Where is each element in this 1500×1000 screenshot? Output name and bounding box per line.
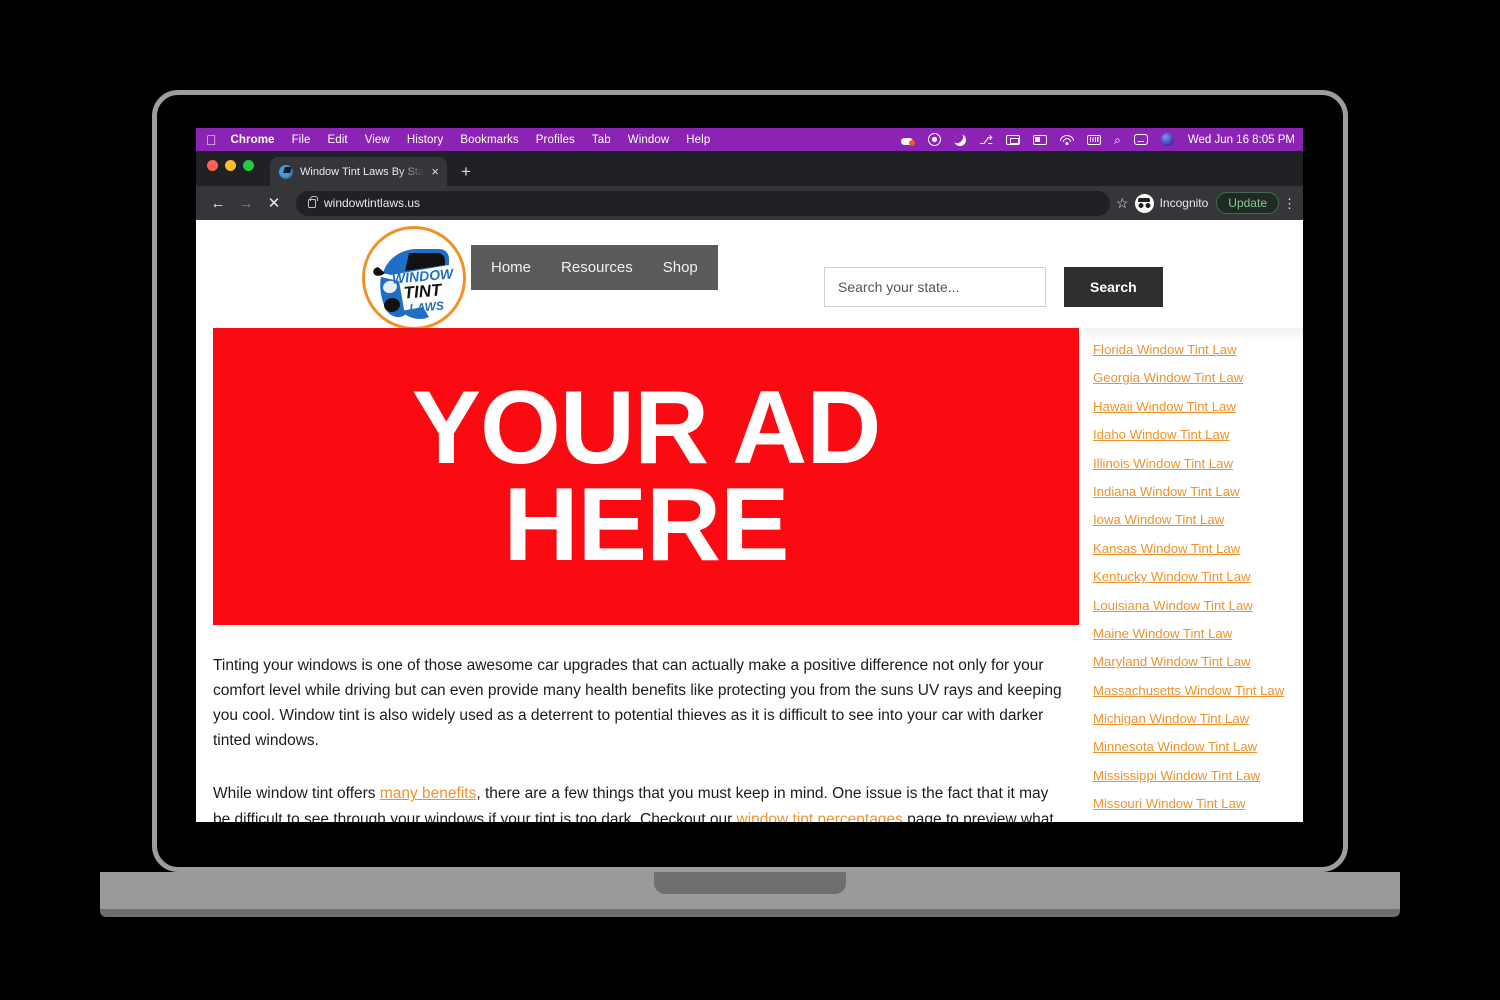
sidebar-link-missouri[interactable]: Missouri Window Tint Law [1093,796,1303,811]
menu-item-edit[interactable]: Edit [328,134,348,146]
incognito-icon [1134,193,1154,213]
search-input[interactable] [824,267,1046,307]
advertisement-banner[interactable]: YOUR AD HERE [213,328,1079,625]
search-button[interactable]: Search [1064,267,1163,307]
display-icon[interactable] [1006,134,1021,145]
chrome-tabstrip: Window Tint Laws By State - L × + [196,151,1303,186]
control-center-play-icon[interactable] [928,133,942,146]
intro-paragraph-1: Tinting your windows is one of those awe… [213,657,1062,750]
close-window-button[interactable] [207,159,218,171]
link-window-tint-percentages[interactable]: window tint percentages [737,811,903,822]
svg-text:LAWS: LAWS [409,299,445,316]
sidebar-link-michigan[interactable]: Michigan Window Tint Law [1093,711,1303,726]
sidebar-top-fade [1083,328,1303,342]
time-machine-icon[interactable] [1133,134,1148,145]
main-column: YOUR AD HERE Tinting your windows is one… [196,328,1083,822]
site-logo-graphic: WINDOW TINT LAWS [373,249,456,319]
menu-item-history[interactable]: History [407,134,443,146]
menubar-clock[interactable]: Wed Jun 16 8:05 PM [1188,134,1295,146]
forward-icon[interactable]: → [232,189,260,217]
bluetooth-icon[interactable]: ⎇ [979,134,993,146]
siri-icon[interactable] [1160,133,1174,146]
menu-item-file[interactable]: File [292,134,311,146]
menu-item-chrome[interactable]: Chrome [231,134,275,146]
menu-item-window[interactable]: Window [628,134,670,146]
address-bar-url: windowtintlaws.us [324,196,421,210]
back-icon[interactable]: ← [204,189,232,217]
sidebar-link-louisiana[interactable]: Louisiana Window Tint Law [1093,598,1303,613]
sidebar-link-florida[interactable]: Florida Window Tint Law [1093,342,1303,357]
sidebar-link-kentucky[interactable]: Kentucky Window Tint Law [1093,569,1303,584]
menu-item-bookmarks[interactable]: Bookmarks [460,134,518,146]
sidebar-link-minnesota[interactable]: Minnesota Window Tint Law [1093,739,1303,754]
sidebar-link-maryland[interactable]: Maryland Window Tint Law [1093,654,1303,669]
incognito-label: Incognito [1159,196,1209,210]
browser-tab[interactable]: Window Tint Laws By State - L × [270,157,447,186]
page-content: YOUR AD HERE Tinting your windows is one… [196,328,1303,822]
site-header: WINDOW TINT LAWS Home Resources Shop Sea… [196,220,1303,330]
stop-loading-icon[interactable]: ✕ [260,189,288,217]
ad-line-2: HERE [503,466,790,583]
sidebar-link-massachusetts[interactable]: Massachusetts Window Tint Law [1093,683,1303,698]
chrome-menu-icon[interactable]: ⋮ [1283,197,1296,210]
laptop-mockup:  Chrome File Edit View History Bookmark… [0,0,1500,1000]
nav-item-shop[interactable]: Shop [663,259,698,276]
laptop-screen:  Chrome File Edit View History Bookmark… [196,128,1303,822]
chrome-window: Window Tint Laws By State - L × + ← → ✕ … [196,151,1303,822]
maximize-window-button[interactable] [243,159,254,171]
incognito-profile-chip[interactable]: Incognito [1134,193,1209,213]
intro-paragraph-2: While window tint offers many benefits, … [213,781,1066,822]
sidebar-link-maine[interactable]: Maine Window Tint Law [1093,626,1303,641]
nav-item-home[interactable]: Home [491,259,531,276]
close-tab-icon[interactable]: × [431,165,439,178]
battery-icon[interactable] [1033,134,1048,145]
menu-item-profiles[interactable]: Profiles [536,134,575,146]
state-links-sidebar: Florida Window Tint Law Georgia Window T… [1083,328,1303,822]
site-favicon-icon [279,164,293,179]
menu-item-help[interactable]: Help [686,134,710,146]
spotlight-search-icon[interactable]: ⌕ [1114,134,1121,146]
chrome-toolbar: ← → ✕ windowtintlaws.us ☆ Incognito Upda… [196,186,1303,220]
site-navigation: Home Resources Shop [471,245,718,290]
menu-item-view[interactable]: View [365,134,390,146]
address-bar[interactable]: windowtintlaws.us [296,190,1111,216]
new-tab-button[interactable]: + [461,163,471,180]
wifi-icon[interactable] [1060,134,1075,145]
menu-item-tab[interactable]: Tab [592,134,611,146]
lock-icon [308,195,318,208]
minimize-window-button[interactable] [225,159,236,171]
tab-title: Window Tint Laws By State - L [300,165,428,178]
sidebar-link-illinois[interactable]: Illinois Window Tint Law [1093,456,1303,471]
keyboard-input-icon[interactable] [1087,134,1102,145]
laptop-base-lip [100,909,1400,917]
window-controls [207,151,254,186]
apple-menu-icon[interactable]:  [206,133,217,147]
sidebar-link-hawaii[interactable]: Hawaii Window Tint Law [1093,399,1303,414]
nav-item-resources[interactable]: Resources [561,259,633,276]
sidebar-link-indiana[interactable]: Indiana Window Tint Law [1093,484,1303,499]
sidebar-link-georgia[interactable]: Georgia Window Tint Law [1093,370,1303,385]
laptop-base-notch [654,872,846,894]
macos-menu-bar:  Chrome File Edit View History Bookmark… [196,128,1303,151]
sidebar-link-kansas[interactable]: Kansas Window Tint Law [1093,541,1303,556]
web-page: WINDOW TINT LAWS Home Resources Shop Sea… [196,220,1303,822]
sidebar-link-iowa[interactable]: Iowa Window Tint Law [1093,512,1303,527]
ad-line-1: YOUR AD [411,369,882,486]
paragraph-2-text-a: While window tint offers [213,785,380,803]
do-not-disturb-moon-icon[interactable] [954,133,967,146]
state-search-form: Search [824,267,1163,307]
sidebar-link-mississippi[interactable]: Mississippi Window Tint Law [1093,768,1303,783]
screen-record-icon[interactable] [901,133,916,146]
sidebar-link-idaho[interactable]: Idaho Window Tint Law [1093,427,1303,442]
bookmark-star-icon[interactable]: ☆ [1116,195,1129,212]
update-button[interactable]: Update [1216,192,1279,214]
link-many-benefits[interactable]: many benefits [380,785,477,802]
site-logo[interactable]: WINDOW TINT LAWS [362,226,466,330]
